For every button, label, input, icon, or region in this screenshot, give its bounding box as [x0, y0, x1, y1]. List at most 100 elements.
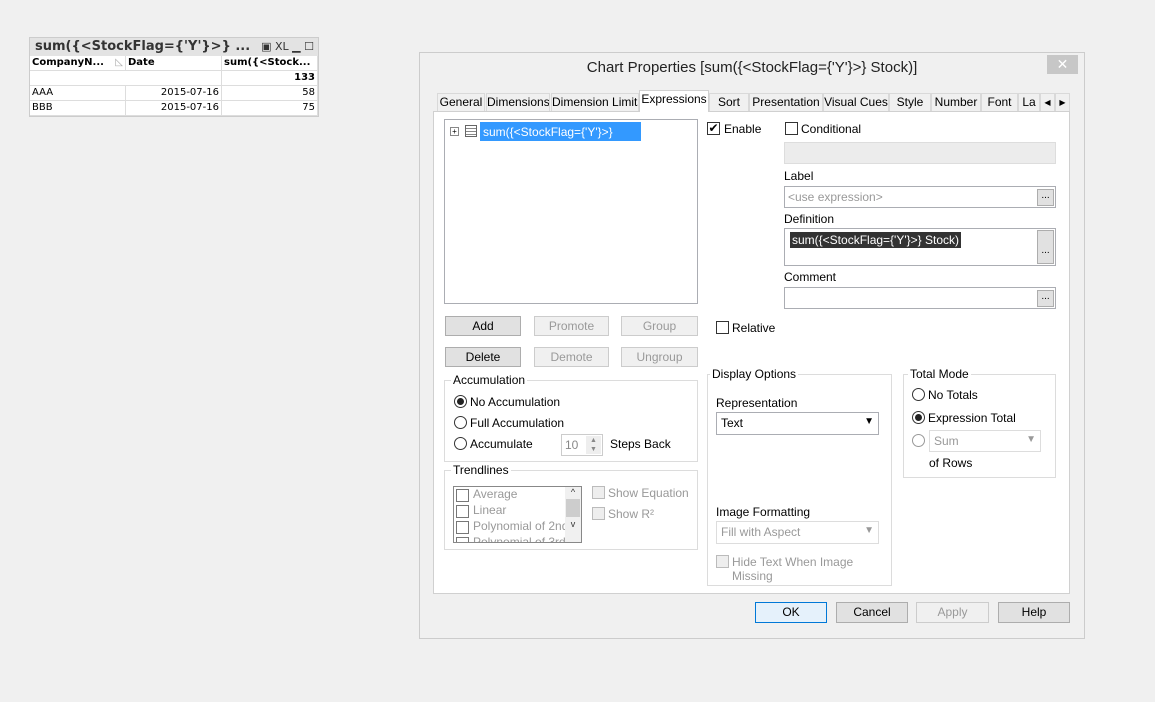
definition-input[interactable]: sum({<StockFlag={'Y'}>} Stock)	[784, 228, 1056, 266]
total-mode-group: Total Mode No Totals Expression Total Su…	[903, 367, 1056, 478]
trendlines-list[interactable]: Average Linear Polynomial of 2nd d Polyn…	[453, 486, 582, 543]
chevron-down-icon: ▼	[864, 525, 874, 536]
straight-table-object[interactable]: sum({<StockFlag={'Y'}>} ... ▣ XL ▁ ☐ Com…	[29, 37, 319, 117]
show-r2-label: Show R²	[608, 507, 655, 521]
expression-item[interactable]: sum({<StockFlag={'Y'}>} Stock)	[480, 122, 641, 153]
chart-properties-dialog: Chart Properties [sum({<StockFlag={'Y'}>…	[419, 52, 1085, 639]
cancel-button[interactable]: Cancel	[836, 602, 908, 623]
table-title: sum({<StockFlag={'Y'}>} ...	[35, 39, 251, 54]
column-header-date[interactable]: Date	[126, 56, 222, 71]
table-cell: AAA	[30, 86, 126, 101]
minimize-icon[interactable]: ▁	[292, 40, 300, 53]
representation-select[interactable]: Text ▼	[716, 412, 879, 435]
show-equation-checkbox[interactable]	[592, 486, 605, 499]
dialog-title: Chart Properties [sum({<StockFlag={'Y'}>…	[586, 59, 918, 76]
no-totals-radio[interactable]	[912, 388, 925, 401]
caption-icons: ▣ XL ▁ ☐	[261, 40, 314, 53]
show-r2-checkbox[interactable]	[592, 507, 605, 520]
trendlines-group: Trendlines Average Linear Polynomial of …	[444, 463, 698, 550]
table-cell: 58	[222, 86, 318, 101]
display-options-group: Display Options Representation Text ▼ Ima…	[707, 367, 892, 586]
full-accumulation-label: Full Accumulation	[470, 416, 565, 430]
steps-spinner[interactable]: 10 ▲ ▼	[561, 434, 603, 456]
enable-checkbox[interactable]: ✔	[707, 122, 720, 135]
table-cell: 75	[222, 101, 318, 116]
of-rows-label: of Rows	[929, 456, 973, 470]
spinner-arrows-icon[interactable]: ▲ ▼	[586, 436, 601, 454]
print-icon[interactable]: ▣	[261, 40, 271, 53]
total-mode-title: Total Mode	[908, 367, 971, 381]
close-button[interactable]: ✕	[1047, 55, 1078, 74]
label-caption: Label	[784, 169, 814, 183]
trendlines-title: Trendlines	[451, 463, 511, 477]
definition-edit-button[interactable]: ...	[1037, 230, 1054, 264]
maximize-icon[interactable]: ☐	[304, 40, 314, 53]
ungroup-button[interactable]: Ungroup	[621, 347, 698, 367]
label-input[interactable]: <use expression>	[784, 186, 1056, 208]
definition-text: sum({<StockFlag={'Y'}>} Stock)	[790, 232, 962, 248]
column-header-company[interactable]: CompanyN... ◺	[30, 56, 126, 71]
demote-button[interactable]: Demote	[534, 347, 609, 367]
comment-edit-button[interactable]: ...	[1037, 290, 1054, 307]
trendline-item[interactable]: Linear	[454, 503, 581, 519]
no-accumulation-label: No Accumulation	[470, 395, 561, 409]
display-options-title: Display Options	[710, 367, 799, 381]
tab-sort[interactable]: Sort	[709, 93, 749, 111]
tab-font[interactable]: Font	[981, 93, 1018, 111]
apply-button[interactable]: Apply	[916, 602, 989, 623]
group-button[interactable]: Group	[621, 316, 698, 336]
tab-number[interactable]: Number	[931, 93, 981, 111]
expression-total-label: Expression Total	[928, 411, 1016, 425]
full-accumulation-radio[interactable]	[454, 416, 467, 429]
enable-label: Enable	[724, 122, 762, 136]
expression-total-radio[interactable]	[912, 411, 925, 424]
tab-style[interactable]: Style	[889, 93, 931, 111]
chevron-down-icon: ▼	[864, 416, 874, 427]
tab-layout[interactable]: La	[1018, 93, 1040, 111]
tab-presentation[interactable]: Presentation	[749, 93, 823, 111]
accumulate-radio[interactable]	[454, 437, 467, 450]
tab-visual-cues[interactable]: Visual Cues	[823, 93, 889, 111]
function-total-radio[interactable]	[912, 434, 925, 447]
no-accumulation-radio[interactable]	[454, 395, 467, 408]
promote-button[interactable]: Promote	[534, 316, 609, 336]
trendline-item[interactable]: Polynomial of 3rd d	[454, 535, 581, 542]
column-header-sum[interactable]: sum({<Stock...	[222, 56, 318, 71]
hide-text-checkbox[interactable]	[716, 555, 729, 568]
add-button[interactable]: Add	[445, 316, 521, 336]
table-icon	[465, 125, 477, 137]
steps-back-label: Steps Back	[610, 437, 671, 451]
xl-icon[interactable]: XL	[275, 40, 289, 53]
comment-input[interactable]	[784, 287, 1056, 309]
expand-icon[interactable]: +	[450, 127, 459, 136]
show-equation-label: Show Equation	[608, 486, 689, 500]
label-edit-button[interactable]: ...	[1037, 189, 1054, 206]
sort-icon: ◺	[115, 57, 123, 68]
tab-scroll-left-icon[interactable]: ◀	[1040, 93, 1055, 111]
total-function-select[interactable]: Sum ▼	[929, 430, 1041, 452]
conditional-checkbox[interactable]	[785, 122, 798, 135]
conditional-label: Conditional	[801, 122, 862, 136]
tab-general[interactable]: General	[437, 93, 485, 111]
image-formatting-select[interactable]: Fill with Aspect ▼	[716, 521, 879, 544]
relative-label: Relative	[732, 321, 776, 335]
expression-tree[interactable]: + sum({<StockFlag={'Y'}>} Stock)	[444, 119, 698, 304]
tab-scroll-right-icon[interactable]: ▶	[1055, 93, 1070, 111]
table-caption: sum({<StockFlag={'Y'}>} ... ▣ XL ▁ ☐	[30, 38, 318, 56]
trendlines-scrollbar[interactable]: ^ v	[565, 487, 581, 542]
trendline-item[interactable]: Average	[454, 487, 581, 503]
tab-expressions[interactable]: Expressions	[639, 90, 709, 112]
image-formatting-label: Image Formatting	[716, 505, 811, 519]
tab-dimensions[interactable]: Dimensions	[486, 93, 550, 111]
tab-dimension-limits[interactable]: Dimension Limits	[551, 93, 639, 111]
accumulation-title: Accumulation	[451, 373, 528, 387]
help-button[interactable]: Help	[998, 602, 1070, 623]
ok-button[interactable]: OK	[755, 602, 827, 623]
trendline-item[interactable]: Polynomial of 2nd d	[454, 519, 581, 535]
delete-button[interactable]: Delete	[445, 347, 521, 367]
chevron-down-icon: ▼	[1026, 434, 1036, 445]
relative-checkbox[interactable]	[716, 321, 729, 334]
total-value: 133	[222, 71, 318, 86]
expressions-panel: + sum({<StockFlag={'Y'}>} Stock) ✔ Enabl…	[433, 111, 1070, 594]
table-cell: 2015-07-16	[126, 101, 222, 116]
